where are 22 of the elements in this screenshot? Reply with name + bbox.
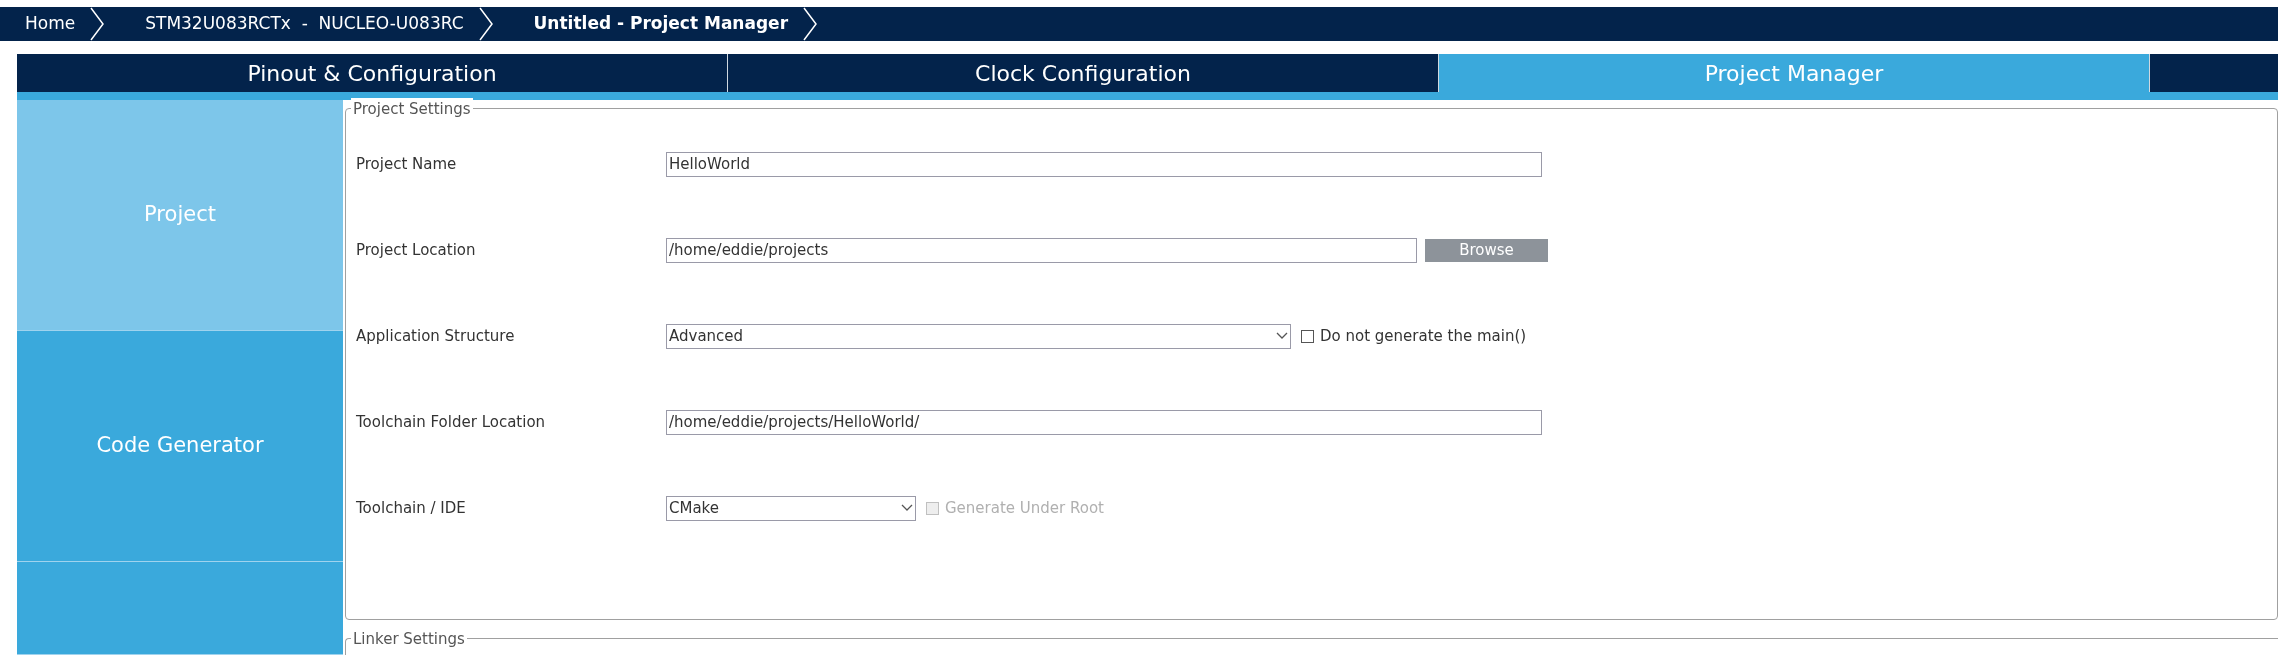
breadcrumb-link[interactable]: STM32U083RCTx - NUCLEO-U083RC [145,11,464,37]
checkbox-label: Generate Under Root [945,497,1104,519]
field-label: Project Name [355,153,458,175]
text-field[interactable]: HelloWorld [666,151,1542,177]
chevron-icon [477,7,494,41]
chevron-icon [89,7,106,41]
checkbox[interactable] [1301,329,1314,343]
breadcrumb-link[interactable]: Untitled - Project Manager [533,11,788,37]
field-label: Toolchain / IDE [355,497,467,519]
chevron-down-icon [901,504,913,512]
dropdown[interactable]: CMake [666,495,916,521]
text-field[interactable]: /home/eddie/projects [666,237,1417,263]
dropdown[interactable]: Advanced [666,323,1291,349]
chevron-down-icon [1276,332,1288,340]
sidebar-item[interactable] [17,562,343,655]
chevron-icon [802,7,818,41]
field-label: Project Location [355,239,477,261]
field-label: Toolchain Folder Location [355,411,547,433]
field-label: Application Structure [355,325,516,347]
text-field[interactable]: /home/eddie/projects/HelloWorld/ [666,409,1542,435]
checkbox-label: Do not generate the main() [1320,325,1527,347]
breadcrumb-link[interactable]: Home [25,11,76,37]
